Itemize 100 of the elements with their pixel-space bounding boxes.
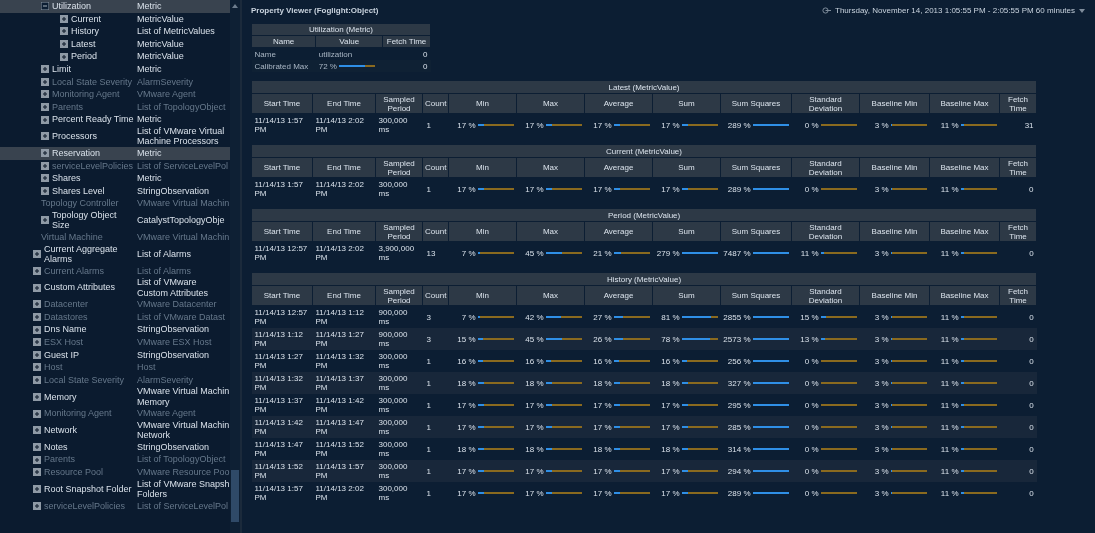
metric-value: 3 % xyxy=(874,184,889,194)
table-cell: 11/14/13 1:27 PM xyxy=(312,328,376,350)
metric-value: 279 % xyxy=(656,248,680,258)
metric-value: 3 % xyxy=(874,356,889,366)
metric-value: 42 % xyxy=(525,312,544,322)
tree-row[interactable]: Memory VMware Virtual Machin Memory xyxy=(0,386,230,408)
tree-row[interactable]: Guest IP StringObservation xyxy=(0,348,230,362)
expand-icon[interactable] xyxy=(33,426,41,435)
property-type: VMware Virtual Machin Network xyxy=(137,419,230,441)
property-name: Local State Severity xyxy=(44,374,125,386)
scrollbar-thumb[interactable] xyxy=(231,470,239,522)
time-range-text[interactable]: Thursday, November 14, 2013 1:05:55 PM - 2:05:55 PM 60 minutes xyxy=(835,6,1075,15)
table-title: Latest (MetricValue) xyxy=(251,80,1037,94)
expand-icon[interactable] xyxy=(33,443,41,452)
metric-value: 21 % xyxy=(593,248,612,258)
metric-value: 11 % xyxy=(940,444,959,454)
expand-icon[interactable] xyxy=(41,187,49,195)
tree-row[interactable]: Network VMware Virtual Machin Network xyxy=(0,419,230,441)
tree-row[interactable]: Current Aggregate Alarms List of Alarms xyxy=(0,243,230,265)
expand-icon[interactable] xyxy=(41,149,49,158)
property-type: List of VMware Datast xyxy=(137,311,226,322)
property-type: StringObservation xyxy=(137,441,210,452)
collapse-icon[interactable] xyxy=(41,2,49,11)
tree-row[interactable]: History List of MetricValues xyxy=(0,25,230,38)
expand-icon[interactable] xyxy=(41,132,49,141)
table-cell: 300,000 ms xyxy=(375,372,423,394)
expand-icon[interactable] xyxy=(33,392,41,401)
property-type: MetricValue xyxy=(137,13,184,24)
tree-row[interactable]: Custom Attributes List of VMware Custom Attributes xyxy=(0,277,230,299)
property-name: Virtual Machine xyxy=(41,231,103,243)
metric-value: 16 % xyxy=(661,356,680,366)
circle-arrow-icon[interactable] xyxy=(822,7,831,14)
column-header: Start Time xyxy=(251,157,313,178)
property-name: Local State Severity xyxy=(52,76,133,88)
property-name: Custom Attributes xyxy=(44,282,116,293)
metric-value: 7487 % xyxy=(723,248,751,258)
table-cell: 0 xyxy=(999,372,1037,394)
metric-value: 18 % xyxy=(593,444,612,454)
metric-value: 11 % xyxy=(940,422,959,432)
metric-value: 18 % xyxy=(525,444,544,454)
metric-value: 295 % xyxy=(727,400,751,410)
expand-icon[interactable] xyxy=(41,174,49,183)
tree-row[interactable]: Percent Ready Time Metric xyxy=(0,113,230,126)
metric-value: 3 % xyxy=(874,312,889,322)
expand-icon[interactable] xyxy=(41,216,49,225)
expand-icon[interactable] xyxy=(60,14,68,23)
metric-value: 3 % xyxy=(874,334,889,344)
table-cell: 1 xyxy=(422,416,449,438)
table-cell: 1 xyxy=(422,394,449,416)
property-name: Current Aggregate Alarms xyxy=(44,243,119,265)
scroll-up-icon[interactable] xyxy=(232,4,238,8)
expand-icon[interactable] xyxy=(41,65,49,74)
table-cell: 11/14/13 1:12 PM xyxy=(251,328,313,350)
tree-row[interactable]: Reservation Metric xyxy=(0,146,230,160)
metric-value: 11 % xyxy=(940,120,959,130)
tree-row[interactable]: Current MetricValue xyxy=(0,12,230,26)
metric-value: 45 % xyxy=(525,334,544,344)
metric-value: 3 % xyxy=(874,422,889,432)
property-name: Dns Name xyxy=(44,324,87,335)
property-name: History xyxy=(71,26,99,37)
tree-row[interactable]: Limit Metric xyxy=(0,62,230,76)
tree-row[interactable]: Shares Level StringObservation xyxy=(0,184,230,198)
metric-value: 11 % xyxy=(940,400,959,410)
property-name: Utilization xyxy=(52,1,91,12)
tree-row[interactable]: Processors List of VMware Virtual Machine Processors xyxy=(0,125,230,147)
table-title: Current (MetricValue) xyxy=(251,144,1037,158)
table-cell: 11/14/13 1:42 PM xyxy=(312,394,376,416)
tree-row[interactable]: Period MetricValue xyxy=(0,50,230,63)
table-cell-text: 11/14/13 1:57 PM xyxy=(253,179,304,200)
scrollbar[interactable] xyxy=(230,0,240,533)
table-cell: 1 xyxy=(422,350,449,372)
expand-icon[interactable] xyxy=(33,283,41,292)
expand-icon[interactable] xyxy=(33,325,41,334)
expand-icon[interactable] xyxy=(33,350,41,359)
property-type: List of ServiceLevelPol xyxy=(137,500,229,511)
metric-value: 285 % xyxy=(727,422,751,432)
table-title: Period (MetricValue) xyxy=(251,208,1037,222)
metric-value: 17 % xyxy=(661,120,680,130)
metric-value: 17 % xyxy=(593,400,612,410)
expand-icon[interactable] xyxy=(33,485,41,494)
tree-row[interactable]: Shares Metric xyxy=(0,172,230,185)
metric-value: 7 % xyxy=(461,248,476,258)
tree-row[interactable]: Topology Object Size CatalystTopologyObje xyxy=(0,209,230,231)
column-header: Start Time xyxy=(251,285,313,306)
expand-icon[interactable] xyxy=(60,40,68,49)
property-type: VMware Virtual Machin xyxy=(137,231,230,242)
property-name: Shares xyxy=(52,173,81,184)
table-cell-text: Name xyxy=(253,48,277,60)
expand-icon[interactable] xyxy=(41,115,49,124)
caret-icon[interactable] xyxy=(1079,8,1085,13)
table-cell: 11/14/13 1:32 PM xyxy=(251,372,313,394)
tree-row[interactable]: Latest MetricValue xyxy=(0,37,230,51)
property-type: List of TopologyObject xyxy=(137,101,226,112)
expand-icon[interactable] xyxy=(60,52,68,61)
tree-row[interactable]: Notes StringObservation xyxy=(0,440,230,454)
tree-row[interactable]: Utilization Metric xyxy=(0,0,230,13)
tree-row[interactable]: Dns Name StringObservation xyxy=(0,323,230,336)
expand-icon[interactable] xyxy=(60,27,68,36)
property-name: Current Alarms xyxy=(44,265,105,277)
expand-icon[interactable] xyxy=(33,250,41,258)
